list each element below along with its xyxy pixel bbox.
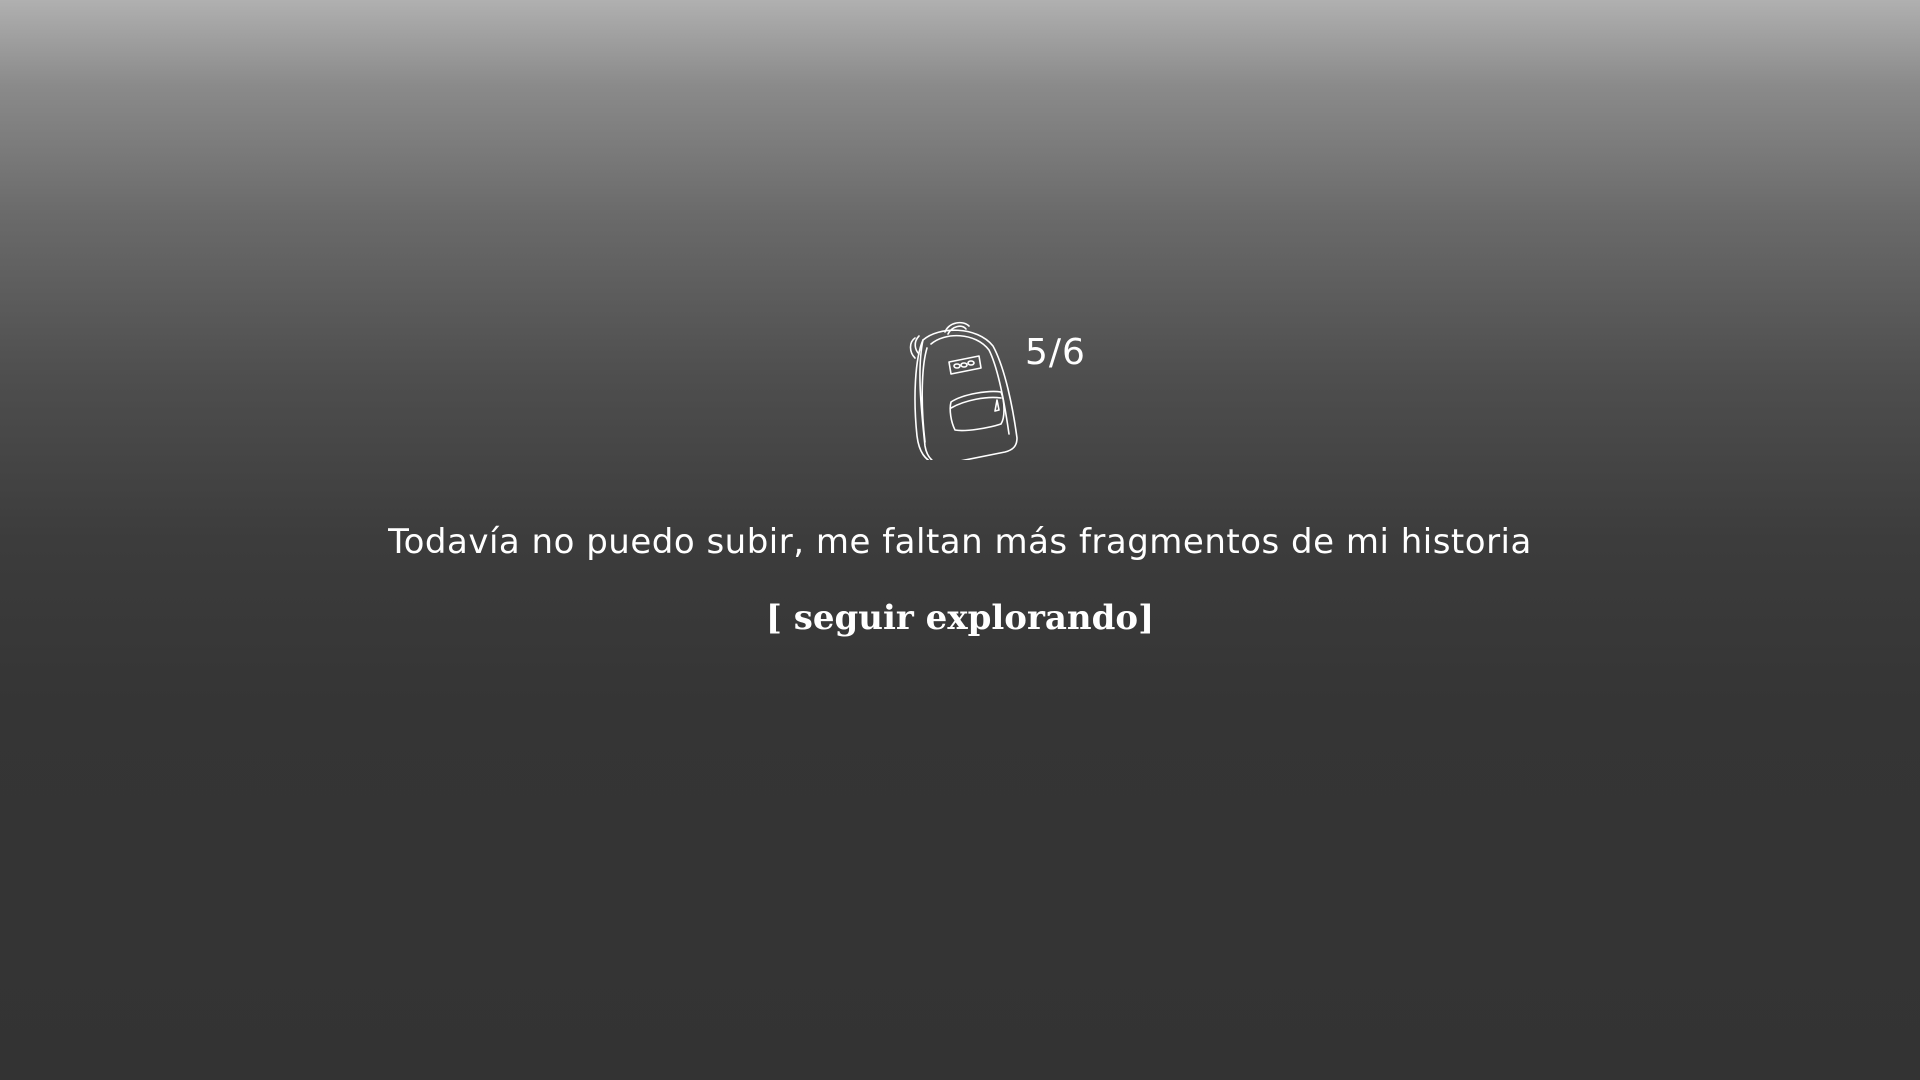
backpack-icon (909, 321, 1018, 460)
dialogue-message: Todavía no puedo subir, me faltan más fr… (388, 522, 1532, 562)
continue-exploring-label[interactable]: [ seguir explorando] (766, 598, 1154, 638)
continue-exploring-link[interactable]: [ seguir explorando] (0, 598, 1920, 638)
fragment-counter: 5/6 (1025, 332, 1086, 373)
fragment-inventory: 5/6 (905, 318, 1125, 463)
